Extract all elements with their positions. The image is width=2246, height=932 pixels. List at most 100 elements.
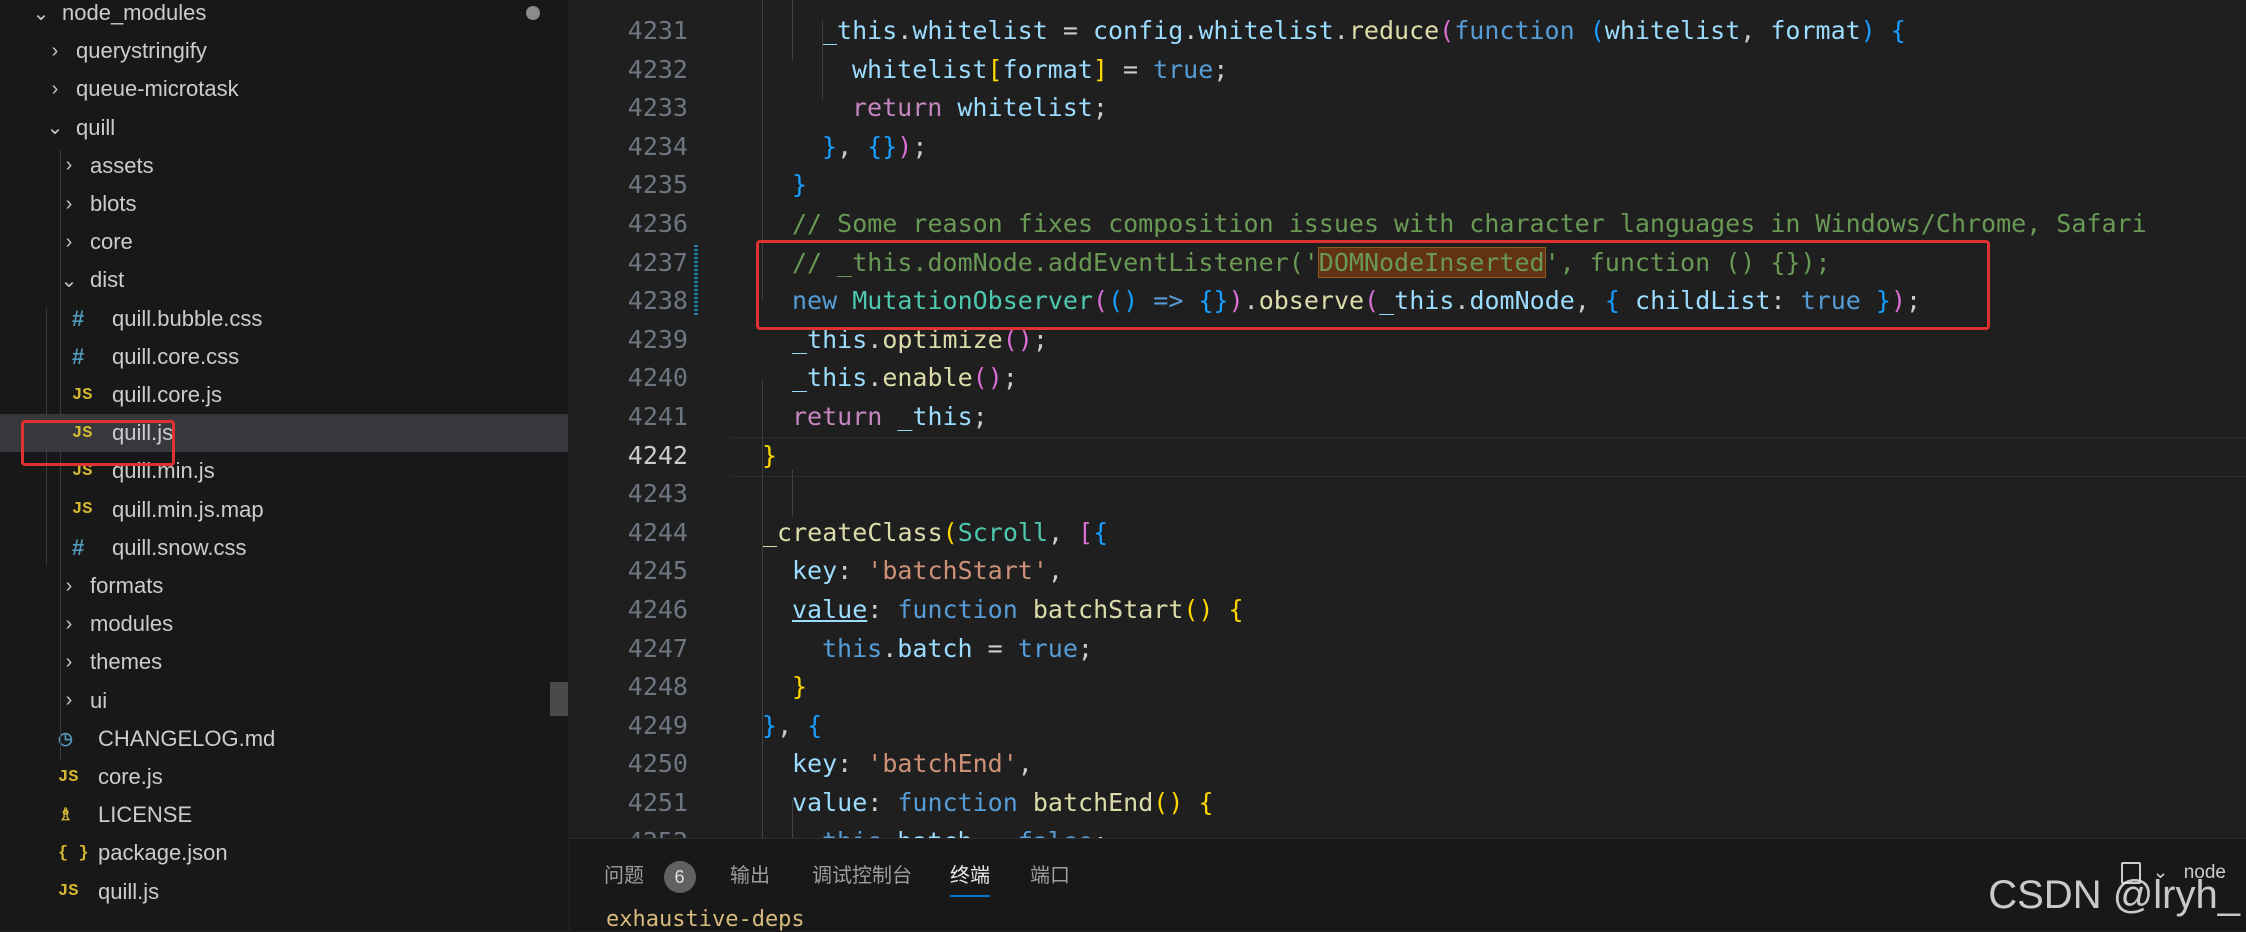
code-token: , [777, 710, 808, 740]
indent-guide [792, 0, 793, 60]
chevron-down-icon[interactable]: ⌄ [44, 115, 66, 140]
line-number: 4232 [627, 54, 688, 84]
code-line[interactable]: 4239 _this.optimize(); [570, 321, 2246, 360]
git-modified-gutter-bar[interactable] [694, 245, 698, 317]
chevron-right-icon[interactable]: › [58, 651, 80, 674]
code-line[interactable]: 4234}, {}); [570, 128, 2246, 167]
chevron-right-icon[interactable]: › [58, 193, 80, 216]
chevron-right-icon[interactable]: › [58, 575, 80, 598]
code-token: {} [1198, 286, 1229, 316]
code-token: new [792, 286, 838, 316]
code-line[interactable]: 4247 this.batch = true; [570, 630, 2246, 669]
file-item[interactable]: JS quill.min.js [0, 452, 568, 490]
code-token: ) [1228, 286, 1244, 316]
folder-item[interactable]: ⌄ quill [0, 109, 568, 147]
code-line[interactable]: 4252 this.batch = false; [570, 823, 2246, 838]
code-line[interactable]: 4236 // Some reason fixes composition iss… [570, 205, 2246, 244]
code-line[interactable]: 4246 value: function batchStart() { [570, 591, 2246, 630]
file-item[interactable]: # quill.core.css [0, 338, 568, 376]
file-item[interactable]: { } package.json [0, 834, 568, 872]
folder-item[interactable]: › modules [0, 605, 568, 643]
code-line[interactable]: 4251 value: function batchEnd() { [570, 784, 2246, 823]
code-line[interactable]: 4248} [570, 668, 2246, 707]
chevron-right-icon[interactable]: › [44, 78, 66, 101]
code-text: key: 'batchEnd', [792, 745, 1033, 784]
code-token: () [1002, 324, 1033, 354]
folder-item[interactable]: ⌄ dist [0, 261, 568, 299]
chevron-down-icon[interactable]: ⌄ [58, 268, 80, 293]
file-item[interactable]: # quill.snow.css [0, 529, 568, 567]
code-token: } [762, 440, 778, 470]
folder-item[interactable]: › ui [0, 682, 568, 720]
tab-debug-console[interactable]: 调试控制台 [812, 859, 912, 888]
line-number: 4251 [627, 788, 688, 817]
folder-item[interactable]: › querystringify [0, 32, 568, 70]
code-line[interactable]: 4250 key: 'batchEnd', [570, 745, 2246, 784]
folder-item[interactable]: › formats [0, 567, 568, 605]
file-item[interactable]: # quill.bubble.css [0, 300, 568, 338]
folder-item[interactable]: ⌄ node_modules [0, 0, 568, 32]
code-token: true [1017, 633, 1078, 663]
file-item[interactable]: JS quill.min.js.map [0, 491, 568, 529]
file-item[interactable]: JS quill.js [0, 414, 568, 453]
chevron-down-icon[interactable]: ⌄ [30, 1, 52, 26]
tab-output[interactable]: 输出 [730, 859, 770, 888]
code-token: // Some reason fixes composition issues … [792, 209, 2147, 238]
code-token: ( [1364, 286, 1380, 316]
code-line[interactable]: 4244 _createClass(Scroll, [{ [570, 514, 2246, 553]
code-token: whitelist [1198, 16, 1334, 45]
tab-ports[interactable]: 端口 [1030, 859, 1070, 888]
code-line[interactable]: 4240 _this.enable(); [570, 359, 2246, 398]
code-token: [ [987, 54, 1003, 84]
folder-item[interactable]: › queue-microtask [0, 70, 568, 108]
indent-guide [762, 380, 763, 838]
js-file-icon: JS [72, 461, 93, 481]
code-token: = [972, 633, 1018, 663]
file-item[interactable]: JS quill.js [0, 873, 568, 911]
sidebar-scrollbar-thumb[interactable] [550, 682, 568, 716]
chevron-right-icon[interactable]: › [58, 154, 80, 177]
code-token: = [1047, 16, 1093, 45]
folder-item[interactable]: › themes [0, 643, 568, 681]
tree-item-label: assets [90, 152, 154, 178]
line-number: 4236 [627, 209, 688, 238]
chevron-right-icon[interactable]: › [58, 689, 80, 712]
code-line[interactable]: 4235} [570, 166, 2246, 205]
code-token: true [1800, 286, 1861, 316]
tree-item-label: quill.snow.css [112, 534, 247, 560]
code-line[interactable]: 4245 key: 'batchStart', [570, 552, 2246, 591]
file-item[interactable]: JS quill.core.js [0, 376, 568, 414]
tab-problems[interactable]: 问题 6 [604, 859, 696, 893]
code-line[interactable]: 4242} [570, 437, 2246, 476]
line-number: 4231 [627, 16, 688, 45]
chevron-right-icon[interactable]: › [58, 613, 80, 636]
tree-item-label: LICENSE [98, 802, 193, 828]
code-line[interactable]: 4241 return _this; [570, 398, 2246, 437]
folder-item[interactable]: › assets [0, 147, 568, 185]
code-token: return [792, 402, 883, 431]
tab-terminal[interactable]: 终端 [950, 859, 990, 897]
line-number: 4249 [627, 710, 688, 740]
code-token: format [1770, 16, 1861, 45]
code-line[interactable]: 4243 [570, 475, 2246, 514]
file-item[interactable]: ♗ LICENSE [0, 796, 568, 834]
chevron-right-icon[interactable]: › [44, 40, 66, 63]
code-line[interactable]: 4249}, { [570, 707, 2246, 746]
file-item[interactable]: JS core.js [0, 758, 568, 796]
code-editor[interactable]: 4231 _this.whitelist = config.whitelist.r… [570, 0, 2246, 838]
code-token: { [807, 710, 823, 740]
code-line[interactable]: 4238 new MutationObserver(() => {}).obser… [570, 282, 2246, 321]
line-number: 4242 [627, 440, 688, 470]
code-line[interactable]: 4237 // _this.domNode.addEventListener('D… [570, 244, 2246, 283]
code-token: this [822, 633, 883, 663]
folder-item[interactable]: › core [0, 223, 568, 261]
chevron-right-icon[interactable]: › [58, 231, 80, 254]
file-item[interactable]: ◷ CHANGELOG.md [0, 720, 568, 758]
code-token: _createClass [762, 517, 943, 547]
folder-item[interactable]: › blots [0, 185, 568, 223]
